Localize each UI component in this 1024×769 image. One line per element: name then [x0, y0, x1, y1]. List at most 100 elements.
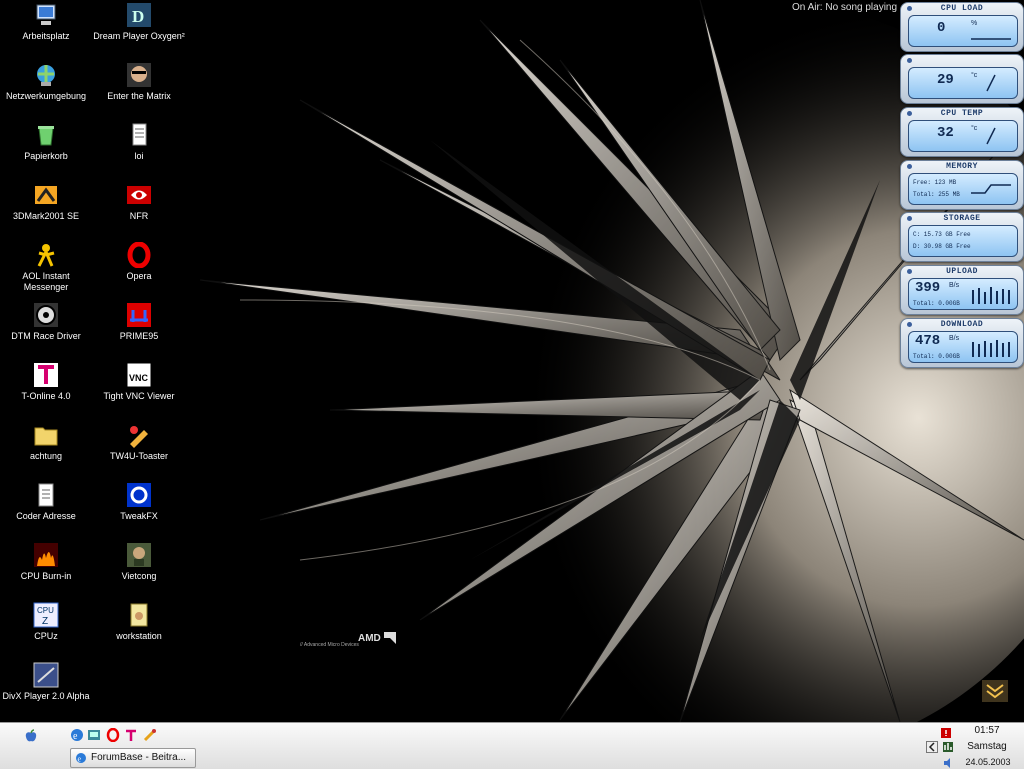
computer-icon: [36, 4, 56, 25]
cpu-load-gadget[interactable]: CPU LOAD 0 %: [900, 2, 1024, 52]
desktop-icon-aim[interactable]: AOL Instant Messenger: [0, 242, 92, 293]
apple-icon[interactable]: [24, 729, 38, 743]
desktop-icon-3dmark[interactable]: 3DMark2001 SE: [0, 182, 92, 222]
desktop-icon-label: Tight VNC Viewer: [103, 391, 175, 401]
taskbar: e e ForumBase - Beitra... 01:57 Samstag …: [0, 722, 1024, 769]
desktop-icon-label: workstation: [116, 631, 162, 641]
opera-icon: [127, 242, 151, 268]
memory-free: Free: 123 MB: [913, 179, 957, 186]
desktop-icon-tweakfx[interactable]: TweakFX: [93, 482, 185, 522]
desktop-icon-loi[interactable]: loi: [93, 122, 185, 162]
document-icon: [38, 483, 54, 507]
desktop-icon-label: CPU Burn-in: [20, 571, 72, 581]
storage-gadget[interactable]: STORAGE C: 15.73 GB Free D: 30.98 GB Fre…: [900, 212, 1024, 262]
desktop-icon-achtung[interactable]: achtung: [0, 422, 92, 462]
desktop-icon-label: Opera: [126, 271, 152, 281]
recycle-bin-icon: [38, 126, 54, 146]
gadget-title: CPU LOAD: [940, 4, 984, 13]
gadget-title: CPU TEMP: [940, 109, 984, 118]
t-online-icon: [34, 363, 58, 387]
desktop-icon-dream-player[interactable]: D Dream Player Oxygen²: [93, 2, 185, 42]
internet-explorer-icon[interactable]: e: [70, 728, 84, 742]
desktop-icon-label: Enter the Matrix: [107, 91, 171, 101]
t-online-icon[interactable]: [124, 728, 138, 742]
desktop-icon-enter-the-matrix[interactable]: Enter the Matrix: [93, 62, 185, 102]
download-gadget[interactable]: DOWNLOAD 478 B/s Total: 0.00GB: [900, 318, 1024, 368]
gauge-icon: [986, 127, 996, 145]
gadget-dot-icon: [907, 58, 912, 63]
desktop-icon-label: Papierkorb: [24, 151, 68, 161]
desktop-icon-cpuz[interactable]: CPU Z CPUz: [0, 602, 92, 642]
desktop-icon-label: Arbeitsplatz: [22, 31, 70, 41]
temp-value: 29: [937, 72, 954, 88]
tweakfx-icon: [127, 483, 151, 507]
desktop-icon-arbeitsplatz[interactable]: Arbeitsplatz: [0, 2, 92, 42]
upload-unit: B/s: [949, 282, 960, 289]
desktop-icon-label: 3DMark2001 SE: [12, 211, 80, 221]
desktop-icon-nfr[interactable]: NFR: [93, 182, 185, 222]
desktop-icon-tight-vnc-viewer[interactable]: VNC Tight VNC Viewer: [93, 362, 185, 402]
gadget-title: MEMORY: [946, 162, 978, 171]
desktop-icon-cpu-burn-in[interactable]: CPU Burn-in: [0, 542, 92, 582]
desktop-icon-vietcong[interactable]: Vietcong: [93, 542, 185, 582]
download-unit: B/s: [949, 335, 960, 342]
desktop-icon-label: NFR: [129, 211, 149, 221]
desktop-icon-label: DivX Player 2.0 Alpha: [2, 691, 90, 701]
vnc-icon: VNC: [126, 362, 152, 388]
desktop-icon-opera[interactable]: Opera: [93, 242, 185, 282]
clock-time[interactable]: 01:57: [960, 725, 1014, 736]
upload-gadget[interactable]: UPLOAD 399 B/s Total: 0.00GB: [900, 265, 1024, 315]
taskbar-button-forumbase[interactable]: e ForumBase - Beitra...: [70, 748, 196, 768]
graph-icon: [971, 38, 1011, 40]
speaker-icon[interactable]: [942, 757, 954, 769]
chevron-down-icon[interactable]: [982, 680, 1008, 702]
upload-value: 399: [915, 280, 941, 296]
text-file-icon: [132, 123, 147, 146]
gadget-screen: 29 °c: [908, 67, 1018, 99]
gadget-screen: 32 °c: [908, 120, 1018, 152]
svg-text:e: e: [78, 755, 82, 764]
aim-icon: [37, 244, 55, 267]
network-tray-icon[interactable]: [942, 741, 954, 753]
svg-text:CPU: CPU: [37, 606, 54, 615]
desktop-icon-t-online[interactable]: T-Online 4.0: [0, 362, 92, 402]
memory-total: Total: 255 MB: [913, 191, 960, 198]
desktop-icon-label: Coder Adresse: [16, 511, 76, 521]
desktop-icon-prime95[interactable]: PRIME95: [93, 302, 185, 342]
desktop-icon-tw4u-toaster[interactable]: TW4U-Toaster: [93, 422, 185, 462]
temp-gadget[interactable]: 29 °c: [900, 54, 1024, 104]
nvidia-icon: [127, 186, 151, 204]
gadget-screen: 0 %: [908, 15, 1018, 47]
svg-text:D: D: [132, 7, 144, 26]
tools-icon[interactable]: [143, 728, 157, 742]
chevron-left-icon[interactable]: [926, 741, 938, 753]
upload-total: Total: 0.00GB: [913, 300, 960, 307]
opera-icon[interactable]: [106, 728, 120, 742]
desktop-icon-label: DTM Race Driver: [11, 331, 81, 341]
desktop-icon-workstation[interactable]: workstation: [93, 602, 185, 642]
desktop-icon-dtm-race-driver[interactable]: DTM Race Driver: [0, 302, 92, 342]
bar-graph-icon: [972, 340, 1010, 357]
dream-player-icon: D: [127, 3, 151, 27]
memory-gadget[interactable]: MEMORY Free: 123 MB Total: 255 MB: [900, 160, 1024, 210]
3dmark-icon: [35, 186, 57, 204]
desktop-icon-label: TW4U-Toaster: [109, 451, 168, 461]
browser-icon: e: [76, 753, 86, 764]
cpuz-icon: CPUZ: [33, 602, 59, 628]
cpu-temp-gadget[interactable]: CPU TEMP 32 °c: [900, 107, 1024, 157]
gadget-screen: C: 15.73 GB Free D: 30.98 GB Free: [908, 225, 1018, 257]
download-total: Total: 0.00GB: [913, 353, 960, 360]
desktop-icon-label: achtung: [29, 451, 63, 461]
desktop-icon-label: loi: [134, 151, 144, 161]
desktop-icon-divx-player[interactable]: DivX Player 2.0 Alpha: [0, 662, 92, 702]
gadget-screen: Free: 123 MB Total: 255 MB: [908, 173, 1018, 205]
network-icon[interactable]: [87, 728, 101, 742]
desktop-icon-label: CPUz: [34, 631, 58, 641]
desktop-icon-netzwerkumgebung[interactable]: Netzwerkumgebung: [0, 62, 92, 102]
desktop-icon-label: TweakFX: [120, 511, 158, 521]
alert-icon[interactable]: [940, 727, 952, 739]
desktop-icon-papierkorb[interactable]: Papierkorb: [0, 122, 92, 162]
svg-text:Z: Z: [42, 616, 48, 627]
desktop-icon-coder-adresse[interactable]: Coder Adresse: [0, 482, 92, 522]
toaster-icon: [130, 426, 148, 448]
